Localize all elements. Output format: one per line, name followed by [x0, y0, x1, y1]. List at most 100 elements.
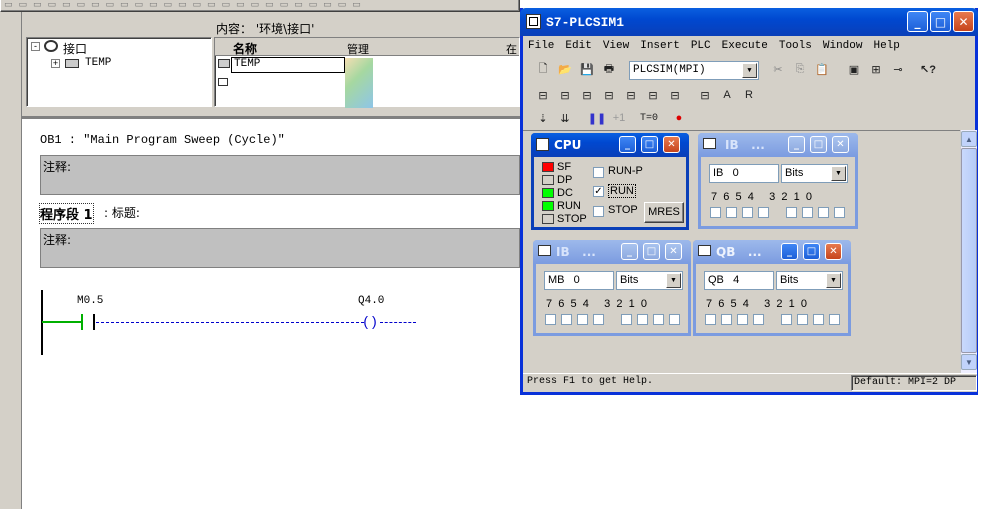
- chevron-down-icon[interactable]: ▼: [742, 63, 757, 78]
- ib-bit-4[interactable]: [758, 207, 769, 218]
- print-icon[interactable]: 🖶: [599, 60, 619, 78]
- network-comment[interactable]: 注释:: [40, 228, 520, 268]
- insert-stack-icon[interactable]: R: [739, 86, 759, 104]
- tree-child-label[interactable]: TEMP: [85, 57, 111, 69]
- chevron-down-icon[interactable]: ▼: [666, 273, 681, 288]
- ib-bit-1[interactable]: [818, 207, 829, 218]
- qb-bit-7[interactable]: [705, 314, 716, 325]
- menu-edit[interactable]: Edit: [565, 40, 591, 52]
- single-scan-icon[interactable]: ⇣: [533, 109, 553, 127]
- menu-file[interactable]: File: [528, 40, 554, 52]
- tile-icon[interactable]: ⊞: [866, 60, 886, 78]
- save-icon[interactable]: 💾: [577, 60, 597, 78]
- record-icon[interactable]: ●: [669, 109, 689, 127]
- scroll-thumb[interactable]: [961, 148, 977, 353]
- mb-close-button[interactable]: ✕: [665, 243, 682, 260]
- cpu-maximize-button[interactable]: □: [641, 136, 658, 153]
- plcsim-titlebar[interactable]: S7-PLCSIM1 _ □ ✕: [520, 8, 978, 36]
- insert-timer-icon[interactable]: ⊟: [599, 86, 619, 104]
- qb-bit-4[interactable]: [753, 314, 764, 325]
- menu-plc[interactable]: PLC: [691, 40, 711, 52]
- mb-bit-4[interactable]: [593, 314, 604, 325]
- tree-expand-plus[interactable]: +: [51, 59, 60, 68]
- qb-bit-0[interactable]: [829, 314, 840, 325]
- col-name-header[interactable]: 名称: [233, 40, 257, 57]
- maximize-button[interactable]: □: [930, 11, 951, 32]
- menu-window[interactable]: Window: [823, 40, 863, 52]
- coil-q4-0[interactable]: ( ): [363, 313, 377, 330]
- menu-tools[interactable]: Tools: [779, 40, 812, 52]
- pin-icon[interactable]: ⊸: [888, 60, 908, 78]
- mb-titlebar[interactable]: IB ... _ □ ✕: [533, 240, 691, 264]
- continuous-scan-icon[interactable]: ⇊: [555, 109, 575, 127]
- ib-bit-3[interactable]: [786, 207, 797, 218]
- mb-format-select[interactable]: Bits ▼: [616, 271, 683, 290]
- chevron-down-icon[interactable]: ▼: [826, 273, 841, 288]
- insert-block-regs-icon[interactable]: A: [717, 86, 737, 104]
- menu-execute[interactable]: Execute: [722, 40, 768, 52]
- insert-counter-icon[interactable]: ⊟: [621, 86, 641, 104]
- row-temp-name[interactable]: TEMP: [231, 57, 345, 73]
- cut-icon[interactable]: ✂: [768, 60, 788, 78]
- mode-stop-label[interactable]: STOP: [608, 204, 638, 216]
- mode-run-checkbox[interactable]: ✓: [593, 186, 604, 197]
- qb-format-select[interactable]: Bits ▼: [776, 271, 843, 290]
- mres-button[interactable]: MRES: [644, 202, 684, 223]
- block-comment[interactable]: 注释:: [40, 155, 520, 195]
- mb-bit-7[interactable]: [545, 314, 556, 325]
- insert-accumulators-icon[interactable]: ⊟: [695, 86, 715, 104]
- ib-titlebar[interactable]: IB ... _ □ ✕: [698, 133, 858, 157]
- cascade-icon[interactable]: ▣: [844, 60, 864, 78]
- insert-bit-memory-icon[interactable]: ⊟: [577, 86, 597, 104]
- qb-bit-3[interactable]: [781, 314, 792, 325]
- col-extra-header[interactable]: 在: [506, 41, 517, 57]
- mb-bit-5[interactable]: [577, 314, 588, 325]
- qb-minimize-button[interactable]: _: [781, 243, 798, 260]
- ib-minimize-button[interactable]: _: [788, 136, 805, 153]
- cpu-titlebar[interactable]: CPU _ □ ✕: [531, 133, 689, 157]
- insert-output-icon[interactable]: ⊟: [555, 86, 575, 104]
- mode-runp-label[interactable]: RUN-P: [608, 165, 643, 177]
- chevron-down-icon[interactable]: ▼: [831, 166, 846, 181]
- insert-vertical-bits-icon[interactable]: ⊟: [665, 86, 685, 104]
- ib-bit-2[interactable]: [802, 207, 813, 218]
- minimize-button[interactable]: _: [907, 11, 928, 32]
- copy-icon[interactable]: ⎘: [790, 60, 810, 78]
- ib-maximize-button[interactable]: □: [810, 136, 827, 153]
- qb-titlebar[interactable]: QB ... _ □ ✕: [693, 240, 851, 264]
- qb-close-button[interactable]: ✕: [825, 243, 842, 260]
- menu-view[interactable]: View: [603, 40, 629, 52]
- cpu-close-button[interactable]: ✕: [663, 136, 680, 153]
- mb-address-field[interactable]: MB 0: [544, 271, 614, 290]
- menu-insert[interactable]: Insert: [640, 40, 680, 52]
- mb-bit-6[interactable]: [561, 314, 572, 325]
- ib-bit-0[interactable]: [834, 207, 845, 218]
- mb-minimize-button[interactable]: _: [621, 243, 638, 260]
- qb-bit-1[interactable]: [813, 314, 824, 325]
- ib-address-field[interactable]: IB 0: [709, 164, 779, 183]
- mb-maximize-button[interactable]: □: [643, 243, 660, 260]
- interface-combo[interactable]: PLCSIM(MPI) ▼: [629, 61, 759, 80]
- mb-bit-1[interactable]: [653, 314, 664, 325]
- insert-generic-icon[interactable]: ⊟: [643, 86, 663, 104]
- ib-bit-5[interactable]: [742, 207, 753, 218]
- mode-runp-checkbox[interactable]: [593, 167, 604, 178]
- ib-close-button[interactable]: ✕: [832, 136, 849, 153]
- scroll-down-icon[interactable]: ▼: [961, 354, 977, 370]
- mode-stop-checkbox[interactable]: [593, 206, 604, 217]
- mode-run-label[interactable]: RUN: [608, 184, 636, 198]
- new-file-icon[interactable]: 🗋: [533, 60, 553, 78]
- mb-bit-2[interactable]: [637, 314, 648, 325]
- ib-bit-6[interactable]: [726, 207, 737, 218]
- ib-format-select[interactable]: Bits ▼: [781, 164, 848, 183]
- next-scan-button[interactable]: +1: [609, 109, 629, 127]
- qb-bit-5[interactable]: [737, 314, 748, 325]
- paste-icon[interactable]: 📋: [812, 60, 832, 78]
- mb-bit-3[interactable]: [621, 314, 632, 325]
- contact-m0-5[interactable]: [81, 314, 95, 330]
- insert-input-icon[interactable]: ⊟: [533, 86, 553, 104]
- tree-root-label[interactable]: 接口: [63, 40, 87, 57]
- close-button[interactable]: ✕: [953, 11, 974, 32]
- vertical-scrollbar[interactable]: ▲ ▼: [960, 130, 977, 373]
- ib-bit-7[interactable]: [710, 207, 721, 218]
